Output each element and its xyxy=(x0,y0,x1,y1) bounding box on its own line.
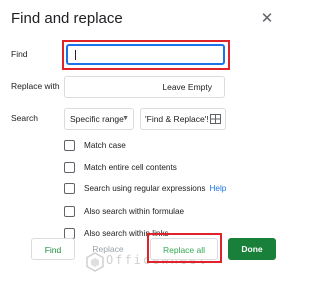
checkbox[interactable] xyxy=(64,183,75,194)
search-scope-dropdown[interactable]: Specific range ▼ xyxy=(64,108,134,130)
range-value: 'Find & Replace'! xyxy=(145,114,209,124)
help-link[interactable]: Help xyxy=(210,184,227,193)
find-button[interactable]: Find xyxy=(31,238,75,260)
range-input[interactable]: 'Find & Replace'! xyxy=(140,108,226,130)
search-label: Search xyxy=(11,113,38,123)
grid-icon[interactable] xyxy=(210,114,221,124)
checkbox[interactable] xyxy=(64,206,75,217)
replace-input-value: Leave Empty xyxy=(162,82,212,92)
option-label-text: Search using regular expressions xyxy=(84,184,206,193)
option-label: Also search within formulae xyxy=(84,207,185,216)
option-label: Match case xyxy=(84,141,126,150)
dialog-title: Find and replace xyxy=(11,10,123,27)
replace-label: Replace with xyxy=(11,81,60,91)
replace-input[interactable]: Leave Empty xyxy=(64,76,225,98)
find-label: Find xyxy=(11,49,28,59)
done-button[interactable]: Done xyxy=(228,238,276,260)
search-scope-value: Specific range xyxy=(70,114,124,124)
checkbox[interactable] xyxy=(64,140,75,151)
replace-all-button[interactable]: Replace all xyxy=(150,238,218,260)
find-input[interactable] xyxy=(66,44,225,65)
close-icon[interactable]: ✕ xyxy=(258,10,276,28)
option-label: Match entire cell contents xyxy=(84,163,177,172)
text-cursor xyxy=(75,50,76,60)
dropdown-arrow-icon: ▼ xyxy=(122,115,129,122)
replace-button[interactable]: Replace xyxy=(91,238,125,260)
find-replace-dialog: Find and replace ✕ Find Replace with Lea… xyxy=(0,0,289,300)
option-label: Search using regular expressions Help xyxy=(84,184,226,193)
checkbox[interactable] xyxy=(64,162,75,173)
